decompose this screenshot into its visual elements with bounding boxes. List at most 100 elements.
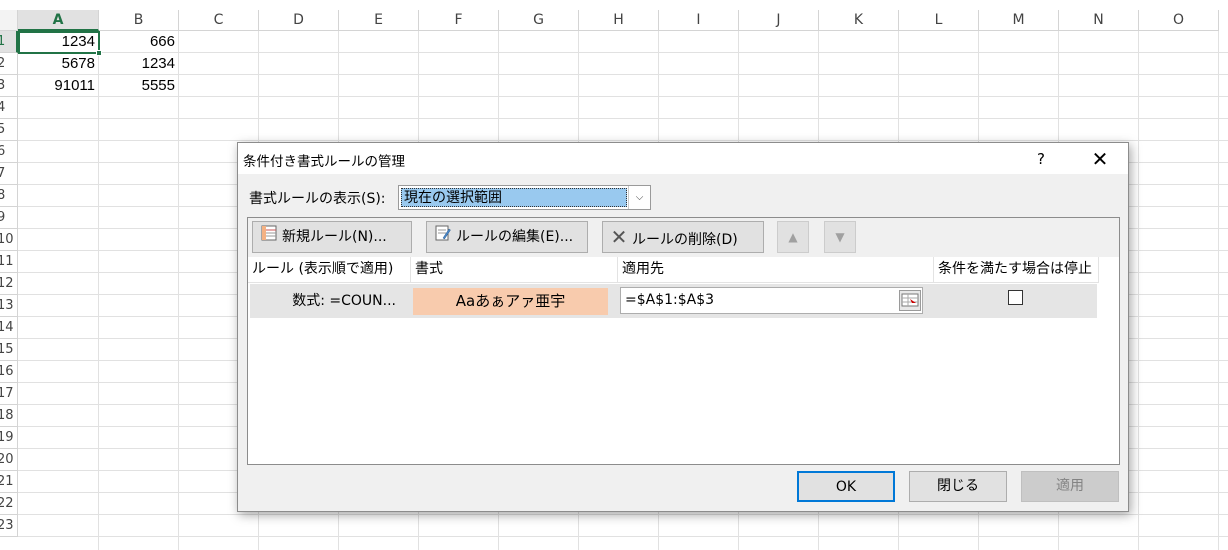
close-icon[interactable]: ✕	[1082, 146, 1118, 172]
row-header-11[interactable]: 11	[0, 251, 18, 273]
row-header-15[interactable]: 15	[0, 339, 18, 361]
row-header-1[interactable]: 1	[0, 31, 18, 53]
row-header-13[interactable]: 13	[0, 295, 18, 317]
cell-a3[interactable]: 91011	[18, 75, 99, 97]
row-number: 7	[0, 166, 5, 181]
row-number: 21	[0, 474, 14, 489]
stop-if-true-checkbox[interactable]	[1008, 290, 1023, 305]
column-header-b[interactable]: B	[99, 10, 179, 31]
column-header-f[interactable]: F	[419, 10, 499, 31]
arrow-down-icon: ▼	[835, 230, 845, 244]
row-header-6[interactable]: 6	[0, 141, 18, 163]
row-number: 14	[0, 320, 14, 335]
gridline-horizontal	[18, 536, 1228, 537]
column-header-h[interactable]: H	[579, 10, 659, 31]
row-number: 12	[0, 276, 14, 291]
column-header-k[interactable]: K	[819, 10, 899, 31]
cell-a2[interactable]: 5678	[18, 53, 99, 75]
row-header-4[interactable]: 4	[0, 97, 18, 119]
row-number: 23	[0, 518, 14, 533]
column-header-l[interactable]: L	[899, 10, 979, 31]
row-number: 4	[0, 100, 5, 115]
column-header-j[interactable]: J	[739, 10, 819, 31]
row-number: 13	[0, 298, 14, 313]
move-down-button[interactable]: ▼	[824, 221, 856, 253]
row-header-22[interactable]: 22	[0, 493, 18, 515]
fill-handle[interactable]	[96, 50, 102, 56]
row-header-14[interactable]: 14	[0, 317, 18, 339]
move-up-button[interactable]: ▲	[777, 221, 809, 253]
column-header-e[interactable]: E	[339, 10, 419, 31]
row-header-8[interactable]: 8	[0, 185, 18, 207]
row-number: 22	[0, 496, 14, 511]
row-header-21[interactable]: 21	[0, 471, 18, 493]
column-header-d[interactable]: D	[259, 10, 339, 31]
apply-button[interactable]: 適用	[1021, 471, 1119, 502]
gridline-horizontal	[18, 74, 1228, 75]
row-header-9[interactable]: 9	[0, 207, 18, 229]
row-header-18[interactable]: 18	[0, 405, 18, 427]
row-header-10[interactable]: 10	[0, 229, 18, 251]
header-applies-to[interactable]: 適用先	[618, 257, 934, 283]
rules-table: ルール (表示順で適用) 書式 適用先 条件を満たす場合は停止 数式: =COU…	[248, 257, 1119, 464]
delete-rule-button[interactable]: ✕ ルールの削除(D)	[602, 221, 764, 253]
row-header-19[interactable]: 19	[0, 427, 18, 449]
edit-rule-icon	[433, 222, 453, 252]
column-header-a[interactable]: A	[18, 10, 99, 31]
row-header-7[interactable]: 7	[0, 163, 18, 185]
column-header-i[interactable]: I	[659, 10, 739, 31]
column-header-m[interactable]: M	[979, 10, 1059, 31]
column-header-n[interactable]: N	[1059, 10, 1139, 31]
row-header-5[interactable]: 5	[0, 119, 18, 141]
column-header-c[interactable]: C	[179, 10, 259, 31]
cell-b2[interactable]: 1234	[99, 53, 179, 75]
column-header-g[interactable]: G	[499, 10, 579, 31]
gridline-vertical	[1138, 31, 1139, 550]
show-rules-label: 書式ルールの表示(S):	[249, 191, 386, 207]
row-number: 11	[0, 254, 14, 269]
header-rule[interactable]: ルール (表示順で適用)	[248, 257, 411, 283]
edit-rule-label: ルールの編集(E)...	[456, 229, 574, 245]
gridline-horizontal	[18, 52, 1228, 53]
applies-to-value: =$A$1:$A$3	[625, 292, 715, 308]
row-header-23[interactable]: 23	[0, 515, 18, 537]
header-stop-if-true[interactable]: 条件を満たす場合は停止	[934, 257, 1099, 283]
applies-to-field[interactable]: =$A$1:$A$3	[620, 287, 923, 314]
help-button[interactable]: ?	[1028, 146, 1054, 172]
new-rule-button[interactable]: 新規ルール(N)...	[252, 221, 412, 253]
row-header-3[interactable]: 3	[0, 75, 18, 97]
header-format[interactable]: 書式	[411, 257, 618, 283]
row-number: 8	[0, 188, 5, 203]
format-preview: Aaあぁアァ亜宇	[413, 288, 608, 315]
gridline-vertical	[178, 31, 179, 550]
row-header-17[interactable]: 17	[0, 383, 18, 405]
row-number: 10	[0, 232, 14, 247]
dialog-titlebar[interactable]: 条件付き書式ルールの管理 ? ✕	[238, 143, 1128, 174]
row-header-16[interactable]: 16	[0, 361, 18, 383]
rules-toolbar: 新規ルール(N)... ルールの編集(E)... ✕ ルールの削除(D) ▲ ▼	[248, 218, 1119, 257]
row-header-12[interactable]: 12	[0, 273, 18, 295]
cell-b3[interactable]: 5555	[99, 75, 179, 97]
chevron-down-icon[interactable]: ⌵	[628, 186, 650, 209]
delete-x-icon: ✕	[610, 225, 628, 249]
new-rule-icon	[259, 222, 279, 252]
column-header-o[interactable]: O	[1139, 10, 1219, 31]
close-button[interactable]: 閉じる	[909, 471, 1007, 502]
gridline-vertical	[98, 31, 99, 550]
row-number: 1	[0, 34, 5, 49]
row-header-2[interactable]: 2	[0, 53, 18, 75]
rule-row[interactable]: 数式: =COUN... Aaあぁアァ亜宇 =$A$1:$A$3	[250, 284, 1097, 318]
row-number: 6	[0, 144, 5, 159]
edit-rule-button[interactable]: ルールの編集(E)...	[426, 221, 588, 253]
gridline-horizontal	[18, 118, 1228, 119]
row-header-20[interactable]: 20	[0, 449, 18, 471]
gridline-horizontal	[18, 96, 1228, 97]
show-rules-selected-value: 現在の選択範囲	[401, 188, 627, 207]
row-number: 19	[0, 430, 14, 445]
range-picker-icon[interactable]	[899, 290, 921, 311]
ok-button[interactable]: OK	[797, 471, 895, 502]
cell-b1[interactable]: 666	[99, 31, 179, 53]
show-rules-dropdown[interactable]: 現在の選択範囲 ⌵	[398, 185, 651, 210]
row-number: 5	[0, 122, 5, 137]
select-all-corner[interactable]	[0, 10, 18, 31]
